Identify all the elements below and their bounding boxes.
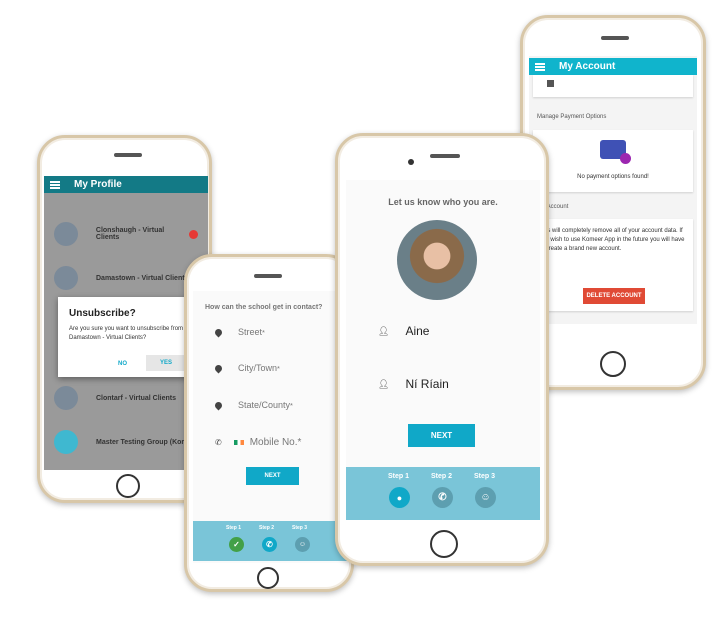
step-label: Step 1 xyxy=(226,525,242,531)
delete-text: This will completely remove all of your … xyxy=(539,228,685,252)
unsubscribe-icon[interactable] xyxy=(189,229,198,239)
phone-icon[interactable]: ✆ xyxy=(432,487,453,508)
avatar xyxy=(54,430,78,454)
step-label: Step 2 xyxy=(259,525,275,531)
list-item-label: Damastown - Virtual Clients xyxy=(96,274,189,282)
list-item-label: Clontarf - Virtual Clients xyxy=(96,394,176,402)
avatar xyxy=(54,266,78,290)
state-field[interactable]: State/County * xyxy=(213,400,293,410)
home-button[interactable] xyxy=(600,351,626,377)
profile-title: My Profile xyxy=(74,179,122,190)
street-field[interactable]: Street * xyxy=(213,327,265,337)
dialog-message: Are you sure you want to unsubscribe fro… xyxy=(69,326,184,341)
person-icon[interactable]: ● xyxy=(389,487,410,508)
person-icon: 👤︎ xyxy=(378,378,390,389)
phone-icon[interactable]: ✆ xyxy=(262,537,277,552)
phone-identity: Let us know who you are. 👤︎ Aine 👤︎ Ní Ría… xyxy=(335,133,549,566)
list-item-label: Clonshaugh - Virtual Clients xyxy=(95,227,165,241)
contact-heading: How can the school get in contact? xyxy=(205,304,323,311)
home-button[interactable] xyxy=(430,530,458,558)
dialog-title: Unsubscribe? xyxy=(69,308,136,319)
stepper: Step 1 Step 2 Step 3 ✓ ✆ ☺ xyxy=(193,521,349,561)
avatar xyxy=(54,222,78,246)
credit-card-icon xyxy=(600,140,631,164)
delete-card: This will completely remove all of your … xyxy=(533,219,693,311)
account-title: My Account xyxy=(559,61,616,72)
contact-screen: How can the school get in contact? Stree… xyxy=(193,291,349,563)
next-button[interactable]: NEXT xyxy=(408,424,475,447)
identity-screen: Let us know who you are. 👤︎ Aine 👤︎ Ní Ría… xyxy=(346,180,540,520)
phone-contact: How can the school get in contact? Stree… xyxy=(184,254,354,592)
person-icon: 👤︎ xyxy=(378,325,390,336)
account-screen: My Account Manage Payment Options No pay… xyxy=(529,56,697,324)
no-payment-text: No payment options found! xyxy=(577,174,649,180)
location-icon xyxy=(213,327,224,337)
menu-icon[interactable] xyxy=(50,180,60,189)
step-label: Step 3 xyxy=(474,473,496,480)
mobile-field[interactable]: ✆ Mobile No. * xyxy=(215,437,301,448)
step-label: Step 2 xyxy=(431,473,453,480)
home-button[interactable] xyxy=(257,567,279,589)
ireland-flag-icon[interactable] xyxy=(233,440,244,445)
next-button[interactable]: NEXT xyxy=(246,467,299,485)
payment-card: No payment options found! xyxy=(533,130,693,192)
check-icon[interactable]: ✓ xyxy=(229,537,244,552)
step-label: Step 1 xyxy=(388,473,410,480)
first-name-field[interactable]: 👤︎ Aine xyxy=(378,324,429,338)
list-item-label: Master Testing Group (Kome... xyxy=(96,438,198,446)
account-app-bar: My Account xyxy=(529,58,697,75)
location-icon xyxy=(213,363,224,373)
yes-button[interactable]: YES xyxy=(146,355,186,371)
stepper: Step 1 Step 2 Step 3 ● ✆ ☺ xyxy=(346,467,540,520)
last-name-field[interactable]: 👤︎ Ní Ríain xyxy=(378,377,449,391)
home-button[interactable] xyxy=(116,474,140,498)
payment-heading: Manage Payment Options xyxy=(537,114,607,120)
profile-photo[interactable] xyxy=(397,220,477,300)
list-item[interactable]: Clonshaugh - Virtual Clients xyxy=(44,215,208,253)
phone-icon: ✆ xyxy=(215,438,222,447)
lock-icon xyxy=(547,80,554,87)
no-button[interactable]: NO xyxy=(118,361,127,367)
location-icon xyxy=(213,400,224,410)
profile-app-bar: My Profile xyxy=(44,176,208,193)
delete-account-button[interactable]: DELETE ACCOUNT xyxy=(583,288,645,304)
face-icon[interactable]: ☺ xyxy=(475,487,496,508)
city-field[interactable]: City/Town * xyxy=(213,363,280,373)
avatar xyxy=(54,386,78,410)
step-label: Step 3 xyxy=(292,525,308,531)
menu-icon[interactable] xyxy=(535,62,545,71)
face-icon[interactable]: ☺ xyxy=(295,537,310,552)
identity-heading: Let us know who you are. xyxy=(388,197,498,207)
